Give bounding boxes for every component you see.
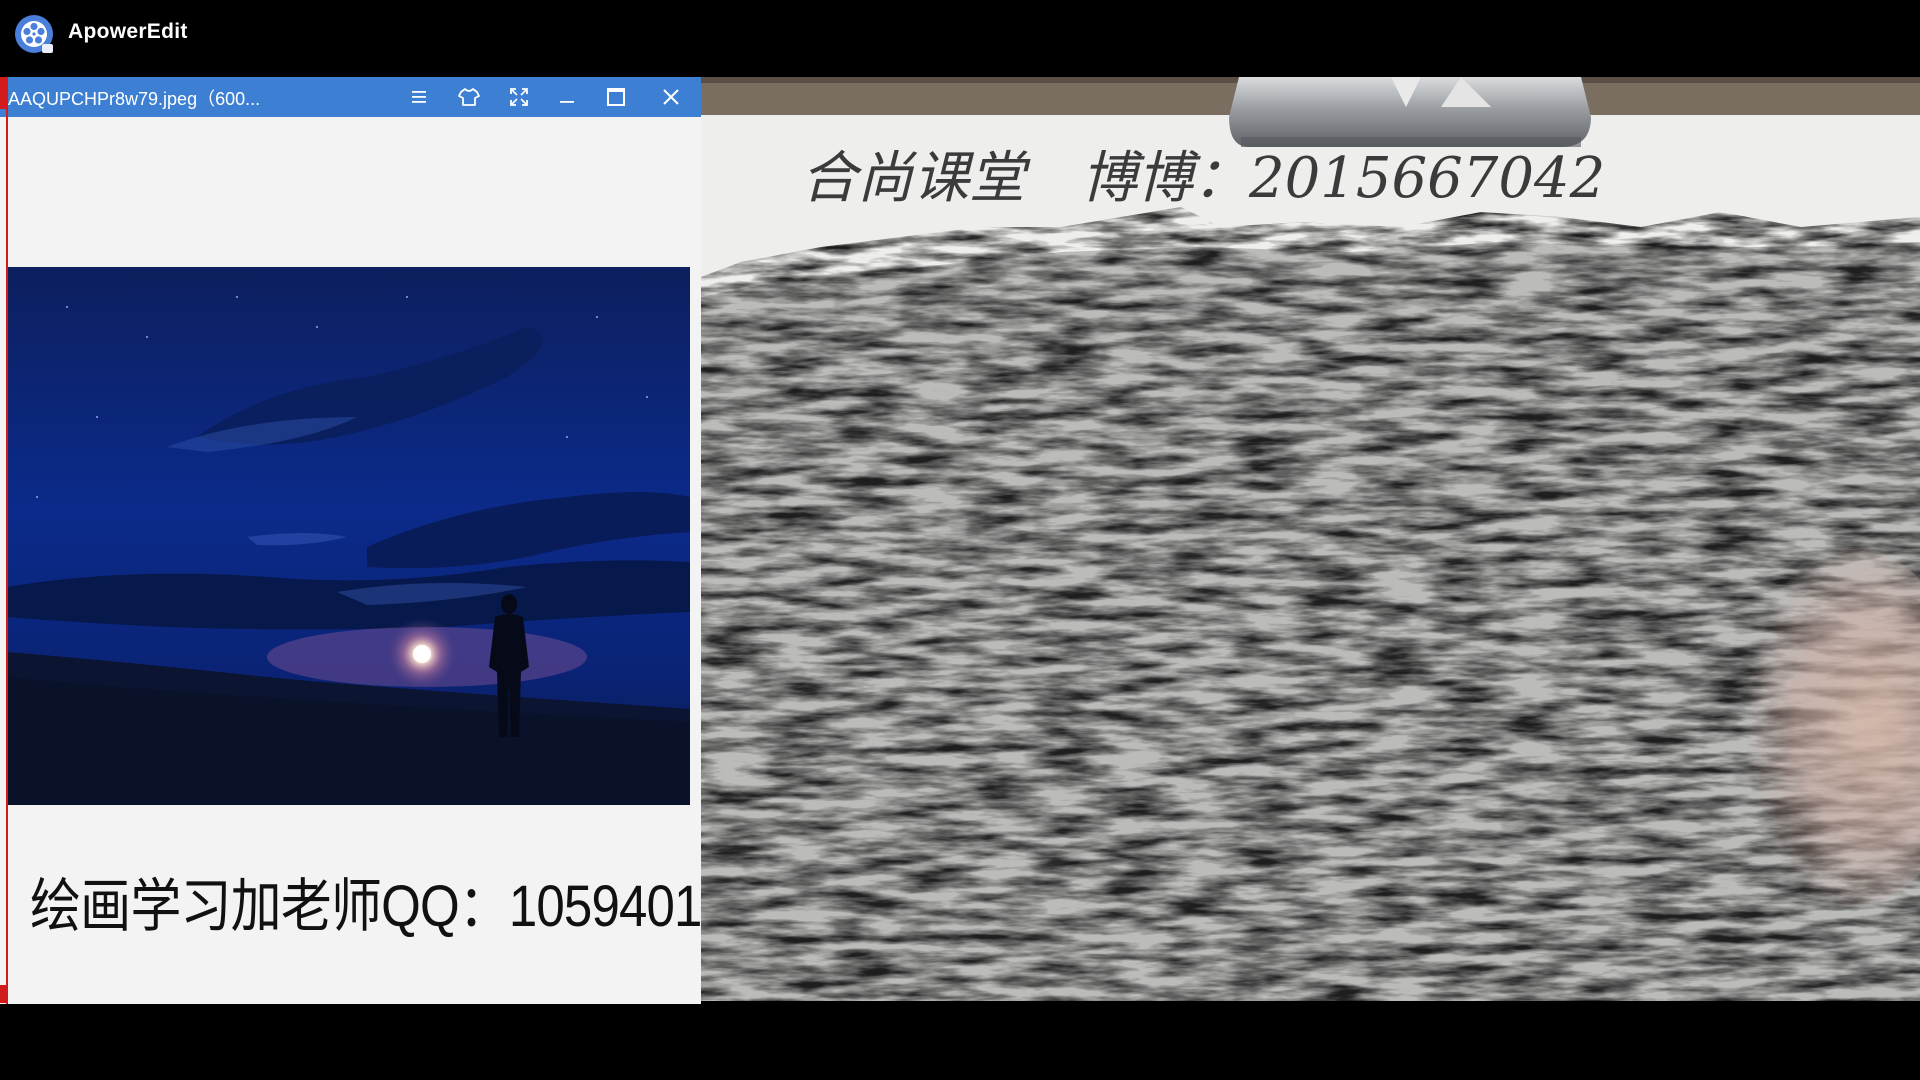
menu-icon[interactable] [401,81,437,113]
bottom-bar [0,1004,1920,1080]
app-titlebar: ApowerEdit [0,0,1920,68]
handwriting-text: 合尚课堂 博博：2015667042 [801,146,1605,211]
expand-icon[interactable] [501,81,537,113]
apoweredit-window: ApowerEdit AAQUPCHPr8w79.jpeg（600... 绘画学… [0,0,1920,1080]
timeline-indicator [6,77,8,1004]
minimize-icon[interactable] [549,81,585,113]
film-reel-icon [14,14,54,54]
viewer-titlebar[interactable]: AAQUPCHPr8w79.jpeg（600... [0,77,701,117]
image-viewer-window[interactable]: AAQUPCHPr8w79.jpeg（600... 绘画学习加老师QQ：1059… [0,77,701,1004]
teacher-contact-caption: 绘画学习加老师QQ：1059401563 [30,874,701,939]
app-title: ApowerEdit [68,20,188,43]
night-sky-photo [7,267,690,805]
camera-feed: 合尚课堂 博博：2015667042 [701,77,1920,1001]
maximize-icon[interactable] [598,81,634,113]
timeline-marker-bottom [0,985,6,1003]
timeline-marker-top [0,77,6,109]
viewer-filename: AAQUPCHPr8w79.jpeg（600... [8,89,261,109]
close-icon[interactable] [653,81,689,113]
shirt-icon[interactable] [451,81,487,113]
